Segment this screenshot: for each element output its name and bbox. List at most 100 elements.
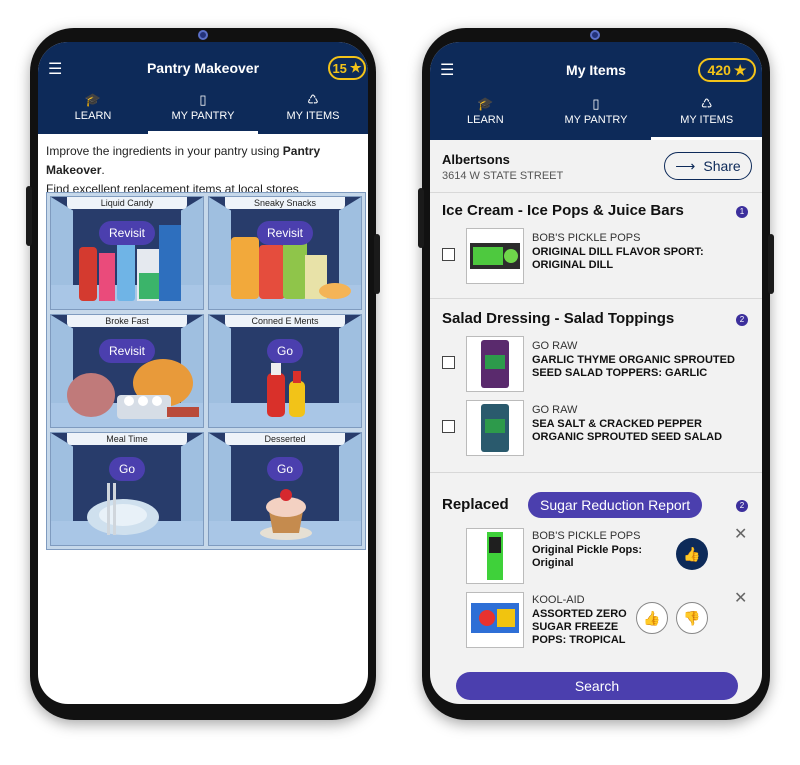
product-brand: BOB'S PICKLE POPS xyxy=(532,530,641,542)
tab-label: MY ITEMS xyxy=(680,114,734,126)
breakfast-illustration xyxy=(67,359,199,419)
replaced-title: Replaced xyxy=(442,496,509,513)
sugar-reduction-report-button[interactable]: Sugar Reduction Report xyxy=(528,492,703,518)
store-info: Albertsons 3614 W STATE STREET xyxy=(442,152,563,182)
divider xyxy=(430,298,762,299)
tab-learn[interactable]: 🎓 LEARN xyxy=(430,96,541,140)
close-icon[interactable]: ✕ xyxy=(734,524,747,544)
tab-my-items[interactable]: ♺ MY ITEMS xyxy=(651,96,762,140)
intro-text-part: . xyxy=(101,163,105,177)
page-title: Pantry Makeover xyxy=(146,60,260,76)
shelf-liquid-candy[interactable]: Liquid Candy Revisit xyxy=(50,196,204,310)
share-button[interactable]: ⟶ Share xyxy=(664,152,752,180)
coin-badge[interactable]: 420 ★ xyxy=(698,58,756,82)
tab-label: MY ITEMS xyxy=(286,110,340,122)
shelf-desserted[interactable]: Desserted Go xyxy=(208,432,362,546)
product-image xyxy=(466,528,524,584)
basket-icon: ♺ xyxy=(700,96,713,111)
tab-learn[interactable]: 🎓 LEARN xyxy=(38,92,148,134)
side-button xyxy=(374,234,380,294)
divider xyxy=(430,472,762,473)
product-image xyxy=(466,228,524,284)
divider xyxy=(430,192,762,193)
tab-bar: 🎓 LEARN ▯ MY PANTRY ♺ MY ITEMS xyxy=(430,96,762,140)
product-name: ASSORTED ZERO SUGAR FREEZE POPS: TROPICA… xyxy=(532,608,627,646)
intro-text-part: Improve the ingredients in your pantry u… xyxy=(46,144,283,158)
product-image xyxy=(466,336,524,392)
tab-label: LEARN xyxy=(74,110,112,122)
right-screen: ☰ My Items 420 ★ 🎓 LEARN ▯ MY PANTRY ♺ M… xyxy=(430,42,762,704)
section-title: Ice Cream - Ice Pops & Juice Bars xyxy=(442,202,684,219)
store-name: Albertsons xyxy=(442,152,510,167)
replaced-item: KOOL-AID ASSORTED ZERO SUGAR FREEZE POPS… xyxy=(442,590,747,650)
drinks-illustration xyxy=(79,225,181,301)
intro-text: Improve the ingredients in your pantry u… xyxy=(46,142,364,199)
search-button[interactable]: Search xyxy=(456,672,738,700)
go-button[interactable]: Go xyxy=(266,457,304,481)
product-image xyxy=(466,592,524,648)
replaced-count: 2 xyxy=(736,500,748,512)
tab-label: MY PANTRY xyxy=(171,110,235,122)
product-name: ORIGINAL DILL FLAVOR SPORT: ORIGINAL DIL… xyxy=(532,246,704,271)
share-icon: ⟶ xyxy=(675,157,696,174)
product-brand: KOOL-AID xyxy=(532,594,585,606)
thumbs-up-button[interactable]: 👍 xyxy=(676,538,708,570)
section-title: Salad Dressing - Salad Toppings xyxy=(442,310,675,327)
product-image xyxy=(466,400,524,456)
thumbs-down-button[interactable]: 👎 xyxy=(676,602,708,634)
tab-my-items[interactable]: ♺ MY ITEMS xyxy=(258,92,368,134)
pantry-icon: ▯ xyxy=(592,96,600,111)
side-button xyxy=(26,186,32,246)
product-brand: GO RAW xyxy=(532,404,578,416)
star-icon: ★ xyxy=(733,61,747,78)
thumbs-up-button[interactable]: 👍 xyxy=(636,602,668,634)
basket-icon: ♺ xyxy=(307,92,319,107)
shelf-broke-fast[interactable]: Broke Fast Revisit xyxy=(50,314,204,428)
right-app-header: ☰ My Items 420 ★ 🎓 LEARN ▯ MY PANTRY ♺ M… xyxy=(430,42,762,140)
revisit-button[interactable]: Revisit xyxy=(98,221,156,245)
shelf-label: Meal Time xyxy=(67,433,187,445)
coin-badge[interactable]: 15 ★ xyxy=(328,56,366,80)
tab-label: MY PANTRY xyxy=(564,114,628,126)
coin-count: 420 xyxy=(707,62,731,78)
snacks-illustration xyxy=(231,237,351,299)
shelf-label: Broke Fast xyxy=(67,315,187,327)
tab-my-pantry[interactable]: ▯ MY PANTRY xyxy=(541,96,652,140)
shelf-label: Liquid Candy xyxy=(67,197,187,209)
shelf-label: Conned E Ments xyxy=(225,315,345,327)
right-phone: ☰ My Items 420 ★ 🎓 LEARN ▯ MY PANTRY ♺ M… xyxy=(418,28,774,720)
shelf-conned-e-ments[interactable]: Conned E Ments Go xyxy=(208,314,362,428)
revisit-button[interactable]: Revisit xyxy=(256,221,314,245)
close-icon[interactable]: ✕ xyxy=(734,588,747,608)
item-checkbox[interactable] xyxy=(442,356,455,369)
shelf-label: Sneaky Snacks xyxy=(225,197,345,209)
tab-bar: 🎓 LEARN ▯ MY PANTRY ♺ MY ITEMS xyxy=(38,92,368,134)
left-phone: ☰ Pantry Makeover 15 ★ 🎓 LEARN ▯ MY PANT… xyxy=(26,28,380,720)
shelf-meal-time[interactable]: Meal Time Go xyxy=(50,432,204,546)
product-name: Original Pickle Pops: Original xyxy=(532,544,643,569)
product-name: GARLIC THYME ORGANIC SPROUTED SEED SALAD… xyxy=(532,354,735,379)
tab-my-pantry[interactable]: ▯ MY PANTRY xyxy=(148,92,258,134)
list-item: BOB'S PICKLE POPS ORIGINAL DILL FLAVOR S… xyxy=(442,228,742,286)
section-count: 1 xyxy=(736,206,748,218)
graduation-cap-icon: 🎓 xyxy=(477,96,494,111)
side-button xyxy=(768,234,774,294)
go-button[interactable]: Go xyxy=(266,339,304,363)
shelf-sneaky-snacks[interactable]: Sneaky Snacks Revisit xyxy=(208,196,362,310)
coin-count: 15 xyxy=(332,60,347,76)
section-count: 2 xyxy=(736,314,748,326)
list-item: GO RAW GARLIC THYME ORGANIC SPROUTED SEE… xyxy=(442,336,742,394)
replaced-item: BOB'S PICKLE POPS Original Pickle Pops: … xyxy=(442,526,747,586)
go-button[interactable]: Go xyxy=(108,457,146,481)
list-item: GO RAW SEA SALT & CRACKED PEPPER ORGANIC… xyxy=(442,400,742,458)
plate-illustration xyxy=(87,483,159,535)
revisit-button[interactable]: Revisit xyxy=(98,339,156,363)
item-checkbox[interactable] xyxy=(442,248,455,261)
side-button xyxy=(418,188,424,248)
left-screen: ☰ Pantry Makeover 15 ★ 🎓 LEARN ▯ MY PANT… xyxy=(38,42,368,704)
left-app-header: ☰ Pantry Makeover 15 ★ 🎓 LEARN ▯ MY PANT… xyxy=(38,42,368,134)
condiments-illustration xyxy=(267,363,305,417)
product-name: SEA SALT & CRACKED PEPPER ORGANIC SPROUT… xyxy=(532,418,723,443)
pantry-grid: Liquid Candy Revisit Sneaky Snacks Revis… xyxy=(46,192,366,550)
item-checkbox[interactable] xyxy=(442,420,455,433)
